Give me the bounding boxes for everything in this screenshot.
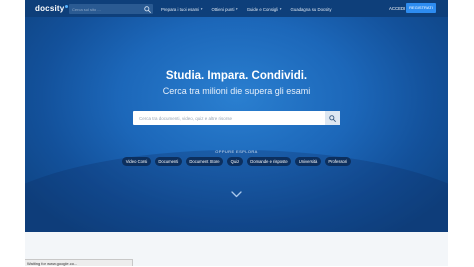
caret-down-icon: ▾ bbox=[235, 7, 238, 11]
logo-text: docsity bbox=[35, 4, 65, 13]
caret-down-icon: ▾ bbox=[200, 7, 203, 11]
nav-link-label: Guide e Consigli bbox=[246, 6, 279, 12]
hero-section: Studia. Impara. Condividi. Cerca tra mil… bbox=[25, 0, 448, 232]
hero-subheadline: Cerca tra milioni die supera gli esami bbox=[162, 86, 311, 96]
navbar-search bbox=[69, 4, 153, 14]
register-button[interactable]: REGISTRATI bbox=[406, 3, 436, 13]
browser-status-bar: Waiting for www.google.co... bbox=[25, 259, 133, 266]
nav-link-label: Guadagna su Docsity bbox=[290, 6, 332, 12]
nav-guadagna[interactable]: Guadagna su Docsity bbox=[290, 7, 331, 12]
search-icon[interactable] bbox=[144, 5, 151, 13]
login-link[interactable]: ACCEDI bbox=[389, 6, 405, 11]
search-icon bbox=[329, 114, 336, 122]
explore-chips: Video Corsi Documenti Document Store Qui… bbox=[25, 157, 448, 166]
chevron-down-icon[interactable] bbox=[231, 191, 242, 198]
docsity-logo[interactable]: docsity bbox=[35, 3, 69, 14]
chip-domande-e-risposte[interactable]: Domande e risposte bbox=[246, 157, 292, 166]
chip-video-corsi[interactable]: Video Corsi bbox=[122, 157, 151, 166]
hero-headline: Studia. Impara. Condividi. bbox=[165, 70, 308, 82]
chip-documenti[interactable]: Documenti bbox=[154, 157, 182, 166]
hero-search-box bbox=[133, 111, 340, 125]
caret-down-icon: ▾ bbox=[279, 7, 282, 11]
navbar-search-input[interactable] bbox=[69, 4, 142, 14]
navbar-links: Prepara i tuoi esami ▾ Ottieni punti ▾ G… bbox=[161, 4, 341, 14]
chip-professori[interactable]: Professori bbox=[324, 157, 351, 166]
nav-link-label: Ottieni punti bbox=[211, 6, 235, 12]
hero-search-button[interactable] bbox=[325, 111, 340, 125]
logo-dot bbox=[65, 5, 69, 8]
chip-document-store[interactable]: Document Store bbox=[185, 157, 224, 166]
hero-search-input[interactable] bbox=[133, 111, 318, 125]
nav-guide-consigli[interactable]: Guide e Consigli ▾ bbox=[247, 7, 282, 12]
top-navbar: docsity Prepara i tuoi esami ▾ Ottieni p… bbox=[25, 0, 448, 17]
chip-universita[interactable]: Università bbox=[295, 157, 321, 166]
chip-quiz[interactable]: Quiz bbox=[227, 157, 243, 166]
nav-ottieni-punti[interactable]: Ottieni punti ▾ bbox=[211, 7, 237, 12]
docsity-page: Studia. Impara. Condividi. Cerca tra mil… bbox=[25, 0, 448, 266]
browser-viewport: Studia. Impara. Condividi. Cerca tra mil… bbox=[0, 0, 474, 266]
nav-prepara-esami[interactable]: Prepara i tuoi esami ▾ bbox=[161, 7, 202, 12]
or-explore-label: OPPURE ESPLORA bbox=[215, 149, 258, 154]
nav-link-label: Prepara i tuoi esami bbox=[161, 6, 200, 12]
